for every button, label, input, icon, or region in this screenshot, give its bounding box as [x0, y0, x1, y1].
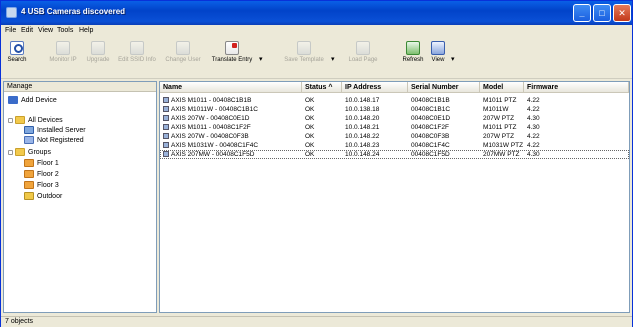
add-device-icon [8, 96, 18, 105]
view-button[interactable]: View [427, 40, 449, 76]
upgrade-icon [91, 41, 105, 55]
collapse-icon[interactable] [8, 117, 13, 123]
view-icon [431, 41, 445, 55]
camera-icon [163, 133, 169, 140]
save-template-button[interactable]: Save Template [281, 40, 327, 76]
refresh-button[interactable]: Refresh [399, 40, 427, 76]
collapse-icon[interactable] [8, 149, 13, 155]
table-row[interactable]: AXIS M1011W - 00408C1B1C OK 10.0.138.18 … [160, 105, 629, 114]
application-window: 4 USB Cameras discovered _ □ ✕ File Edit… [0, 0, 633, 327]
device-tree-pane: Manage Add Device All Devices Installed … [3, 81, 157, 313]
status-text: 7 objects [5, 318, 34, 325]
tree-item-floor-1[interactable]: Floor 1 [24, 159, 59, 169]
maximize-button[interactable]: □ [593, 4, 611, 22]
table-row[interactable]: AXIS 207W - 00408C0E1D OK 10.0.148.20 00… [160, 114, 629, 123]
menu-file[interactable]: File [5, 27, 16, 34]
title-bar[interactable]: 4 USB Cameras discovered _ □ ✕ [1, 1, 632, 25]
user-icon [176, 41, 190, 55]
tree-item-installed-server[interactable]: Installed Server [24, 126, 86, 136]
table-row[interactable]: AXIS M1011 - 00408C1B1B OK 10.0.148.17 0… [160, 96, 629, 105]
monitor-icon [24, 126, 34, 135]
upgrade-button[interactable]: Upgrade [81, 40, 115, 76]
group-icon [15, 148, 25, 157]
view-dropdown-arrow[interactable]: ▾ [451, 55, 455, 63]
menu-help[interactable]: Help [79, 27, 93, 34]
table-row-selected[interactable]: AXIS 207MW - 00408C1F5D OK 10.0.148.24 0… [160, 150, 629, 159]
load-page-button[interactable]: Load Page [341, 40, 385, 76]
column-header-firmware[interactable]: Firmware [524, 82, 629, 93]
minimize-button[interactable]: _ [573, 4, 591, 22]
edit-icon [130, 41, 144, 55]
save-template-icon [297, 41, 311, 55]
translate-icon [225, 41, 239, 55]
menu-tools[interactable]: Tools [57, 27, 73, 34]
camera-icon [163, 115, 169, 122]
camera-icon [163, 151, 169, 158]
device-list-pane: Name Status ^ IP Address Serial Number M… [159, 81, 630, 313]
toolbar: Search Monitor IP Upgrade Edit SSID Info… [1, 37, 632, 79]
status-bar: 7 objects [1, 316, 632, 327]
devices-icon [15, 116, 25, 125]
outdoor-icon [24, 192, 34, 201]
translate-dropdown-arrow[interactable]: ▾ [259, 55, 263, 63]
camera-icon [163, 106, 169, 113]
monitor-ip-button[interactable]: Monitor IP [45, 40, 81, 76]
floor-icon [24, 159, 34, 168]
search-icon [10, 41, 24, 55]
floor-icon [24, 170, 34, 179]
refresh-icon [406, 41, 420, 55]
tree-pane-header: Manage [4, 82, 156, 92]
tree-item-floor-2[interactable]: Floor 2 [24, 170, 59, 180]
camera-icon [163, 97, 169, 104]
column-header-serial-number[interactable]: Serial Number [408, 82, 480, 93]
column-header-status[interactable]: Status ^ [302, 82, 342, 93]
search-button[interactable]: Search [5, 40, 29, 76]
table-row[interactable]: AXIS 207W - 00408C0F3B OK 10.0.148.22 00… [160, 132, 629, 141]
window-title: 4 USB Cameras discovered [21, 7, 126, 16]
translate-entry-button[interactable]: Translate Entry [207, 40, 257, 76]
edit-ssid-button[interactable]: Edit SSID Info [115, 40, 159, 76]
menu-bar: File Edit View Tools Help [1, 25, 632, 37]
close-button[interactable]: ✕ [613, 4, 631, 22]
tree-item-not-registered[interactable]: Not Registered [24, 136, 84, 146]
tree-item-floor-3[interactable]: Floor 3 [24, 181, 59, 191]
tree-item-groups[interactable]: Groups [8, 148, 51, 158]
camera-icon [163, 142, 169, 149]
tree-item-all-devices[interactable]: All Devices [8, 116, 63, 126]
menu-view[interactable]: View [38, 27, 53, 34]
menu-edit[interactable]: Edit [21, 27, 33, 34]
add-device-link[interactable]: Add Device [8, 96, 57, 106]
change-user-button[interactable]: Change User [161, 40, 205, 76]
sort-ascending-icon: ^ [328, 84, 333, 91]
camera-icon [163, 124, 169, 131]
column-header-ip-address[interactable]: IP Address [342, 82, 408, 93]
floor-icon [24, 181, 34, 190]
table-row[interactable]: AXIS M1011 - 00408C1F2F OK 10.0.148.21 0… [160, 123, 629, 132]
column-header-name[interactable]: Name [160, 82, 302, 93]
column-header-model[interactable]: Model [480, 82, 524, 93]
template-dropdown-arrow[interactable]: ▾ [331, 55, 335, 63]
load-page-icon [356, 41, 370, 55]
app-icon [6, 7, 17, 18]
monitor-icon [56, 41, 70, 55]
tree-item-outdoor[interactable]: Outdoor [24, 192, 62, 202]
table-row[interactable]: AXIS M1031W - 00408C1F4C OK 10.0.148.23 … [160, 141, 629, 150]
network-icon [24, 136, 34, 145]
